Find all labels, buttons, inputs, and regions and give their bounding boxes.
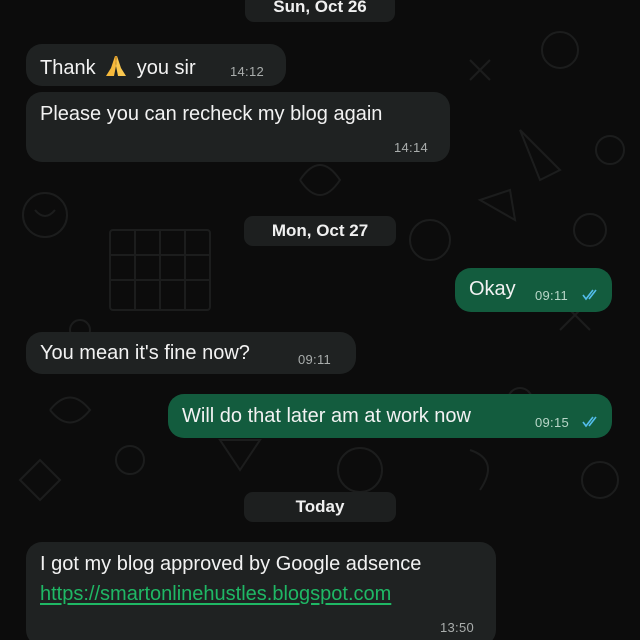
folded-hands-emoji-icon	[106, 56, 127, 76]
date-separator: Mon, Oct 27	[244, 216, 396, 246]
chat-view[interactable]: Sun, Oct 26 Thank you sir 14:12 Please y…	[0, 0, 640, 640]
message-text-part: Thank	[40, 57, 96, 79]
read-receipt-icon	[582, 289, 597, 301]
message-time: 14:14	[394, 140, 429, 155]
message-time: 09:11	[298, 352, 332, 367]
message-text: You mean it's fine now?	[40, 342, 250, 364]
message-text: Will do that later am at work now	[182, 405, 471, 427]
message-incoming[interactable]: I got my blog approved by Google adsence…	[26, 542, 496, 640]
date-separator: Today	[244, 492, 396, 522]
message-outgoing[interactable]: Will do that later am at work now 09:15	[168, 394, 612, 438]
message-time: 09:15	[535, 415, 570, 430]
message-incoming[interactable]: You mean it's fine now? 09:11	[26, 332, 356, 374]
message-text: Thank you sir	[40, 54, 196, 80]
message-link[interactable]: https://smartonlinehustles.blogspot.com	[40, 583, 391, 606]
message-text: Please you can recheck my blog again	[40, 103, 383, 125]
message-text: I got my blog approved by Google adsence	[40, 553, 422, 575]
message-text: Okay	[469, 278, 516, 300]
message-text-part: you sir	[136, 57, 196, 79]
read-receipt-icon	[582, 416, 597, 428]
message-time: 14:12	[230, 64, 265, 79]
message-time: 13:50	[440, 620, 475, 635]
message-outgoing[interactable]: Okay 09:11	[455, 268, 612, 312]
message-incoming[interactable]: Please you can recheck my blog again 14:…	[26, 92, 450, 162]
message-time: 09:11	[535, 288, 569, 303]
date-separator: Sun, Oct 26	[245, 0, 395, 22]
message-incoming[interactable]: Thank you sir 14:12	[26, 44, 286, 86]
